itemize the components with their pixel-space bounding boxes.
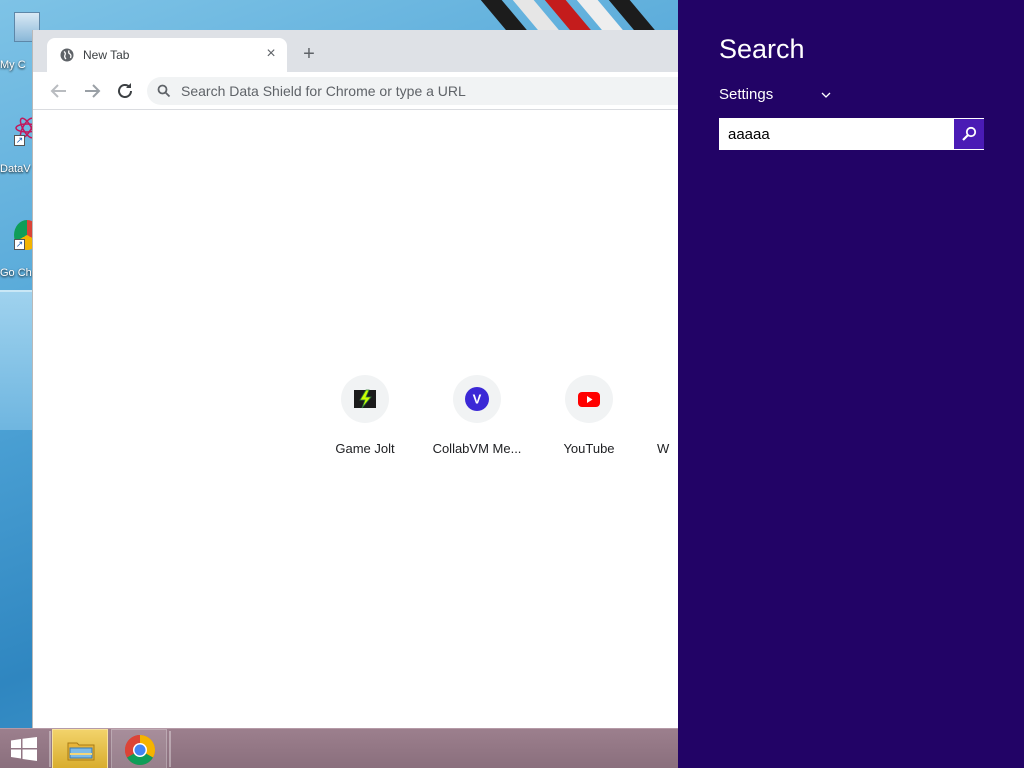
arrow-left-icon	[50, 84, 66, 98]
shortcut-youtube[interactable]: YouTube	[533, 375, 645, 475]
chevron-down-icon	[819, 88, 833, 102]
start-button[interactable]	[0, 729, 48, 768]
collabvm-glyph: V	[473, 392, 482, 407]
shortcut-label: YouTube	[563, 441, 615, 456]
omnibox[interactable]	[147, 77, 687, 105]
tab-strip: New Tab × +	[33, 30, 679, 72]
shortcut-label: W	[657, 441, 670, 456]
search-charm-title: Search	[719, 34, 805, 64]
taskbar-separator	[49, 731, 51, 767]
back-button[interactable]	[47, 79, 71, 103]
tab-new-tab[interactable]: New Tab ×	[47, 38, 287, 72]
forward-button[interactable]	[80, 79, 104, 103]
taskbar-file-explorer[interactable]	[52, 729, 108, 768]
search-charm: Search Settings	[678, 0, 1024, 768]
search-button[interactable]	[954, 119, 984, 149]
youtube-icon	[577, 387, 601, 411]
shortcut-icon-circle	[565, 375, 613, 423]
search-scope-label: Settings	[719, 86, 774, 103]
collabvm-icon: V	[465, 387, 489, 411]
reload-icon	[118, 83, 132, 98]
arrow-right-icon	[85, 84, 101, 98]
shortcut-partial[interactable]: W	[657, 375, 679, 475]
tab-title: New Tab	[83, 48, 130, 62]
omnibox-input[interactable]	[181, 77, 671, 105]
globe-icon	[60, 48, 74, 62]
chrome-window: New Tab × + Search Data Shield for Chrom…	[32, 30, 687, 728]
shortcut-arrow-icon: ↗	[14, 135, 25, 146]
shortcut-label: CollabVM Me...	[432, 441, 522, 456]
taskbar-google-chrome[interactable]	[111, 729, 167, 768]
shortcut-icon-circle: V	[453, 375, 501, 423]
search-box	[719, 118, 984, 150]
game-jolt-icon	[353, 387, 377, 411]
new-tab-page: Game Jolt V CollabVM Me... YouTube W	[33, 111, 679, 728]
search-scope-dropdown[interactable]: Settings	[719, 86, 831, 103]
new-tab-button[interactable]: +	[297, 42, 321, 66]
folder-icon	[65, 734, 97, 766]
close-icon[interactable]: ×	[261, 44, 281, 64]
browser-toolbar	[33, 72, 687, 110]
shortcut-label: Game Jolt	[335, 441, 395, 456]
search-icon	[157, 84, 171, 98]
chrome-icon	[124, 734, 156, 766]
shortcut-icon-circle	[341, 375, 389, 423]
taskbar	[0, 728, 678, 768]
reload-button[interactable]	[113, 79, 137, 103]
taskbar-separator	[169, 731, 171, 767]
wallpaper-stripes	[470, 0, 690, 32]
shortcut-game-jolt[interactable]: Game Jolt	[309, 375, 421, 475]
shortcut-arrow-icon: ↗	[14, 239, 25, 250]
search-input[interactable]	[720, 119, 954, 149]
windows-logo-icon	[10, 737, 38, 761]
shortcut-collabvm[interactable]: V CollabVM Me...	[421, 375, 533, 475]
search-icon	[962, 126, 977, 141]
